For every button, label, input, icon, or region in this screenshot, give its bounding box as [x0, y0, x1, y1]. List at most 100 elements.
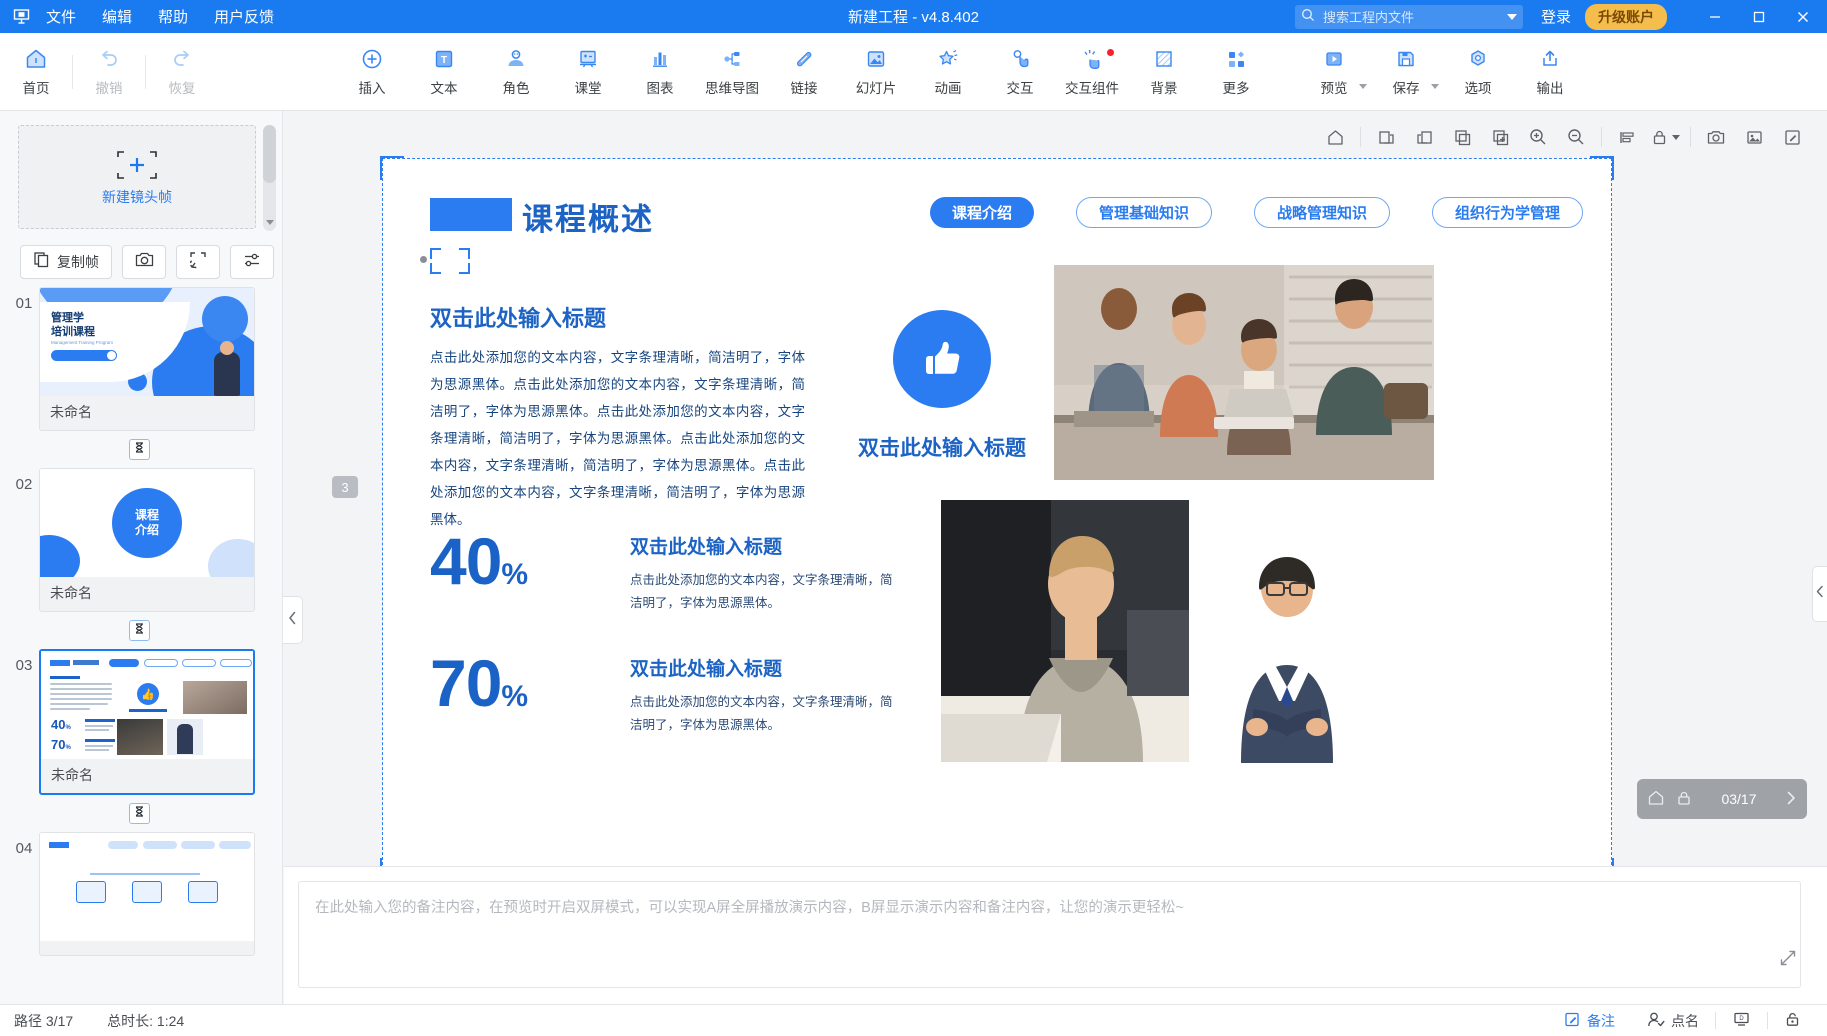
- slide-name[interactable]: [40, 941, 254, 955]
- tool-more[interactable]: 更多: [1200, 33, 1272, 111]
- slide-canvas[interactable]: 课程概述 课程介绍 管理基础知识 战略管理知识 组织行为学管理 双击此处输入标题…: [380, 156, 1614, 882]
- tool-redo[interactable]: 恢复: [146, 33, 218, 111]
- dual-screen-button[interactable]: D: [1716, 1011, 1767, 1031]
- roll-call-button[interactable]: 点名: [1631, 1011, 1715, 1031]
- chevron-right-icon[interactable]: [1785, 791, 1797, 808]
- lock-button[interactable]: [1646, 118, 1684, 156]
- slide-card-03[interactable]: 👍 40% 70% 未命名: [39, 649, 255, 795]
- slide-row[interactable]: 04: [0, 832, 282, 956]
- tool-background[interactable]: 背景: [1128, 33, 1200, 111]
- notes-input[interactable]: 在此处输入您的备注内容，在预览时开启双屏模式，可以实现A屏全屏播放演示内容，B屏…: [298, 881, 1801, 988]
- slide-tab-0[interactable]: 课程介绍: [930, 197, 1035, 228]
- menu-item-edit[interactable]: 编辑: [102, 6, 132, 27]
- minimize-button[interactable]: [1693, 0, 1737, 33]
- camera-button[interactable]: [122, 245, 166, 279]
- slide-tab-2[interactable]: 战略管理知识: [1254, 197, 1391, 228]
- tool-insert[interactable]: 插入: [336, 33, 408, 111]
- stat-number[interactable]: 70: [430, 646, 502, 720]
- tool-animation[interactable]: 动画: [912, 33, 984, 111]
- collapse-panel-button[interactable]: [283, 596, 303, 644]
- stat-title[interactable]: 双击此处输入标题: [630, 532, 900, 559]
- tool-classroom[interactable]: 课堂: [552, 33, 624, 111]
- slide-timing-button[interactable]: [129, 439, 150, 460]
- tool-options[interactable]: 选项: [1442, 33, 1514, 111]
- search-dropdown-icon[interactable]: [1506, 13, 1517, 20]
- notes-toggle-button[interactable]: 备注: [1548, 1011, 1631, 1031]
- slide-row[interactable]: 01 管理学培训课程 Management Training Program: [0, 287, 282, 431]
- tool-home[interactable]: 首页: [0, 33, 72, 111]
- slide-row[interactable]: 03 👍 40% 70% 未命名: [0, 649, 282, 795]
- copy-frame-button[interactable]: 复制帧: [20, 245, 112, 279]
- slide-card-04[interactable]: [39, 832, 255, 956]
- menu-item-feedback[interactable]: 用户反馈: [214, 6, 274, 27]
- lock-button[interactable]: [1768, 1011, 1817, 1031]
- copy-left-button[interactable]: [1367, 118, 1405, 156]
- thumbs-up-caption[interactable]: 双击此处输入标题: [817, 432, 1067, 462]
- duplicate-button[interactable]: [1443, 118, 1481, 156]
- selected-shape-handles[interactable]: [420, 248, 470, 274]
- zoom-out-button[interactable]: [1557, 118, 1595, 156]
- resize-handle-top-right[interactable]: [1590, 156, 1614, 180]
- edit-pencil-button[interactable]: [1773, 118, 1811, 156]
- upgrade-account-button[interactable]: 升级账户: [1585, 3, 1667, 30]
- align-button[interactable]: [1608, 118, 1646, 156]
- tool-role[interactable]: 角色: [480, 33, 552, 111]
- slide-timing-button[interactable]: [129, 803, 150, 824]
- zoom-in-button[interactable]: [1519, 118, 1557, 156]
- slide-tab-3[interactable]: 组织行为学管理: [1432, 197, 1584, 228]
- new-frame-button[interactable]: 新建镜头帧: [18, 125, 256, 229]
- menu-item-help[interactable]: 帮助: [158, 6, 188, 27]
- tool-preview[interactable]: 预览: [1298, 33, 1370, 111]
- panel-scrollbar[interactable]: [263, 125, 276, 231]
- slide-name[interactable]: 未命名: [40, 396, 254, 430]
- expand-right-panel-button[interactable]: [1812, 566, 1827, 622]
- slide-body-title[interactable]: 双击此处输入标题: [430, 301, 606, 333]
- chevron-down-icon[interactable]: [266, 220, 274, 225]
- chevron-down-icon[interactable]: [1431, 83, 1439, 89]
- resize-handle-top-left[interactable]: [380, 156, 404, 180]
- menu-item-file[interactable]: 文件: [46, 6, 76, 27]
- slide-photo-man-laptop[interactable]: [941, 500, 1189, 762]
- scrollbar-thumb[interactable]: [263, 125, 276, 183]
- stat-number[interactable]: 40: [430, 524, 502, 598]
- rotate-handle[interactable]: [420, 256, 427, 263]
- canvas-home-button[interactable]: [1316, 118, 1354, 156]
- stat-title[interactable]: 双击此处输入标题: [630, 654, 900, 681]
- notes-expand-button[interactable]: [1779, 949, 1797, 972]
- tool-chart[interactable]: 图表: [624, 33, 696, 111]
- stat-desc[interactable]: 点击此处添加您的文本内容，文字条理清晰，简洁明了，字体为思源黑体。: [630, 569, 900, 615]
- tool-export[interactable]: 输出: [1514, 33, 1586, 111]
- tool-interaction[interactable]: 交互: [984, 33, 1056, 111]
- slide-name[interactable]: 未命名: [40, 577, 254, 611]
- fit-frame-button[interactable]: [176, 245, 220, 279]
- slide-tab-1[interactable]: 管理基础知识: [1076, 197, 1213, 228]
- tool-link[interactable]: 链接: [768, 33, 840, 111]
- tool-undo[interactable]: 撤销: [73, 33, 145, 111]
- copy-right-button[interactable]: [1405, 118, 1443, 156]
- maximize-button[interactable]: [1737, 0, 1781, 33]
- tool-interactive-components[interactable]: 交互组件: [1056, 33, 1128, 111]
- slide-timing-button[interactable]: [129, 620, 150, 641]
- slide-body-text[interactable]: 点击此处添加您的文本内容，文字条理清晰，简洁明了，字体为思源黑体。点击此处添加您…: [430, 344, 805, 533]
- home-icon[interactable]: [1647, 789, 1665, 810]
- image-export-button[interactable]: [1735, 118, 1773, 156]
- login-button[interactable]: 登录: [1541, 6, 1571, 27]
- slide-header-title[interactable]: 课程概述: [522, 194, 654, 239]
- sort-button[interactable]: [230, 245, 274, 279]
- tool-slideshow[interactable]: 幻灯片: [840, 33, 912, 111]
- snapshot-button[interactable]: [1697, 118, 1735, 156]
- chevron-down-icon[interactable]: [1359, 83, 1367, 89]
- slide-card-02[interactable]: 课程 介绍 未命名: [39, 468, 255, 612]
- close-button[interactable]: [1781, 0, 1825, 33]
- tool-text[interactable]: T 文本: [408, 33, 480, 111]
- slide-thumbnail-list[interactable]: 01 管理学培训课程 Management Training Program: [0, 287, 282, 1004]
- slide-name[interactable]: 未命名: [41, 759, 253, 793]
- search-input[interactable]: 搜索工程内文件: [1294, 4, 1523, 29]
- slide-photo-avatar-3d[interactable]: [1227, 541, 1347, 763]
- lock-icon[interactable]: [1675, 789, 1693, 810]
- tool-save[interactable]: 保存: [1370, 33, 1442, 111]
- duplicate-plus-button[interactable]: [1481, 118, 1519, 156]
- tool-mindmap[interactable]: 思维导图: [696, 33, 768, 111]
- slide-row[interactable]: 02 课程 介绍 未命名: [0, 468, 282, 612]
- slide-card-01[interactable]: 管理学 培训课程 Management Training Program 未命名: [39, 287, 255, 431]
